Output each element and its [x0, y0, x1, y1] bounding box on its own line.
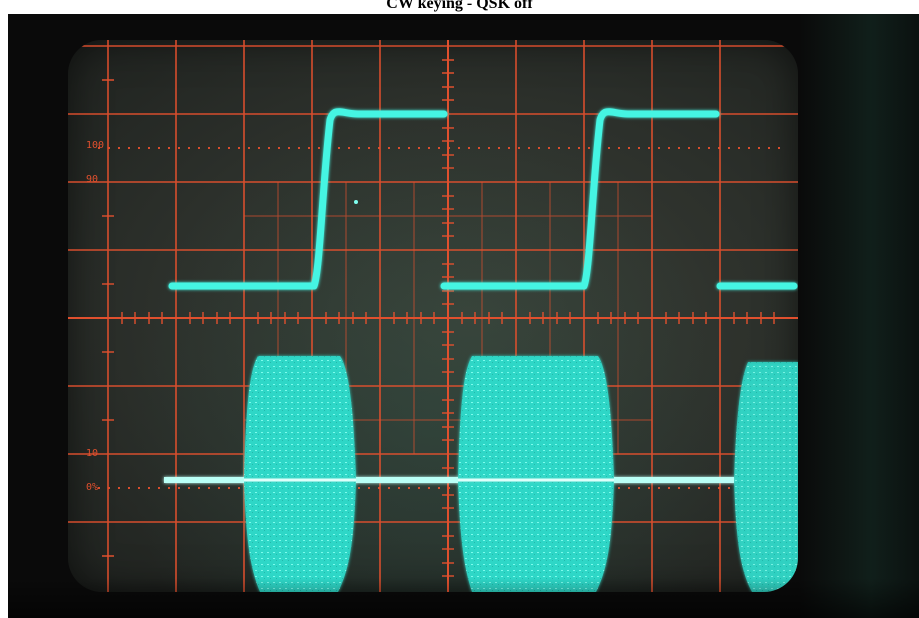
graticule	[68, 40, 798, 592]
axis-ticks	[68, 40, 798, 592]
bezel-glow	[799, 14, 919, 618]
rf-burst-1	[244, 356, 356, 592]
image-caption: CW keying - QSK off	[386, 0, 533, 12]
key-pulse-2	[440, 108, 720, 290]
scale-label-0: 0%	[86, 482, 99, 493]
keying-trace	[168, 108, 798, 290]
bottom-shadow	[8, 578, 919, 618]
phosphor-dot	[354, 200, 358, 204]
key-pulse-1	[168, 108, 448, 290]
scale-label-90: 90	[86, 174, 99, 185]
scale-label-10: 10	[86, 448, 99, 459]
rf-burst-2	[458, 356, 614, 592]
scope-display	[68, 40, 798, 592]
oscilloscope-photo: 100 90 10 0%	[8, 14, 919, 618]
rf-envelope-trace	[164, 356, 798, 592]
scale-label-100: 100	[86, 140, 105, 151]
crt-screen: 100 90 10 0%	[68, 40, 798, 592]
rf-burst-3	[734, 362, 798, 592]
